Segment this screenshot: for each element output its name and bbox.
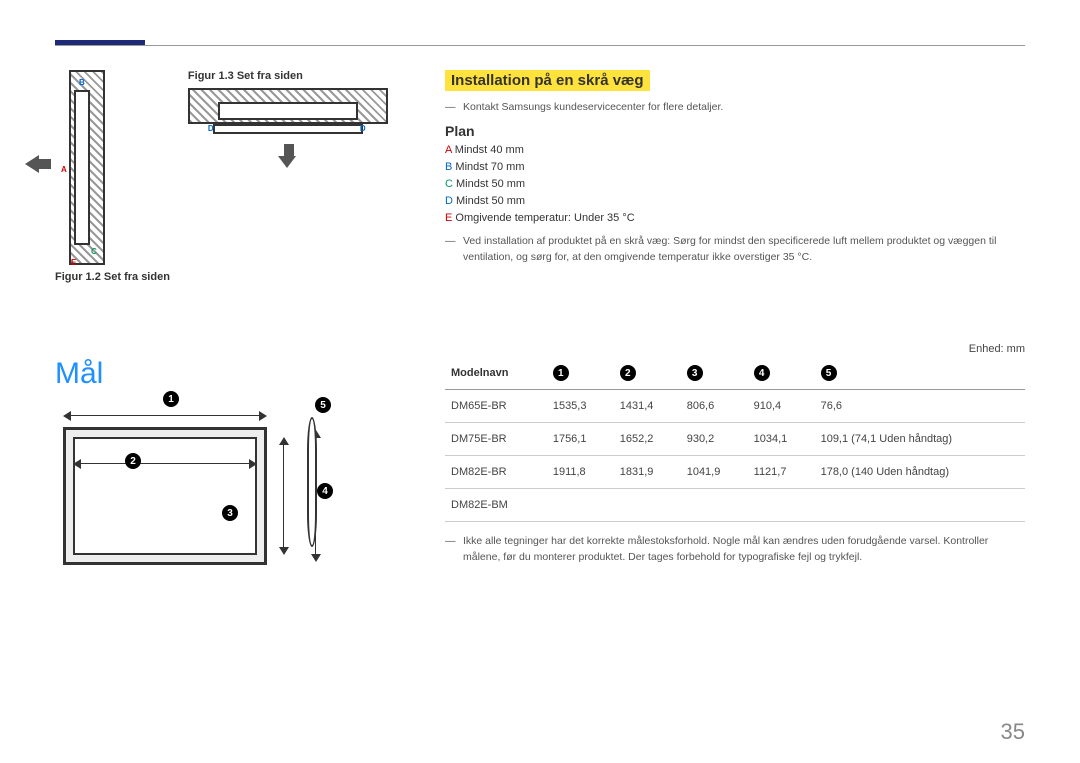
figures-column: B A C E Figur 1.2 Set fra siden Figur 1.… bbox=[55, 70, 405, 307]
dim-tag-3: 3 bbox=[222, 505, 238, 521]
mal-title: Mål bbox=[55, 357, 405, 391]
install-note-contact: Kontakt Samsungs kundeservicecenter for … bbox=[445, 101, 1025, 113]
unit-label: Enhed: mm bbox=[969, 343, 1025, 355]
figure-1-2-caption: Figur 1.2 Set fra siden bbox=[55, 271, 170, 283]
figure-1-3-top: D D bbox=[188, 88, 388, 174]
table-row: DM75E-BR1756,11652,2930,21034,1109,1 (74… bbox=[445, 423, 1025, 456]
mal-drawing: 1 2 3 4 5 bbox=[55, 405, 405, 580]
dim-tag-5: 5 bbox=[315, 397, 331, 413]
col-4: 4 bbox=[748, 357, 815, 390]
install-heading: Installation på en skrå væg bbox=[445, 70, 650, 91]
arrow-left-icon bbox=[25, 155, 39, 173]
header-tab bbox=[55, 40, 145, 45]
label-D-right: D bbox=[360, 124, 366, 133]
arrow-down-icon bbox=[282, 144, 296, 168]
page-number: 35 bbox=[1001, 719, 1025, 745]
table-row: DM65E-BR1535,31431,4806,6910,476,6 bbox=[445, 390, 1025, 423]
install-note-vent: Ved installation af produktet på en skrå… bbox=[445, 234, 1025, 266]
figure-1-2-side: B A C E Figur 1.2 Set fra siden bbox=[55, 70, 170, 289]
install-column: Installation på en skrå væg Kontakt Sams… bbox=[445, 70, 1025, 307]
col-1: 1 bbox=[547, 357, 614, 390]
spec-D: D Mindst 50 mm bbox=[445, 195, 1025, 207]
spec-C: C Mindst 50 mm bbox=[445, 178, 1025, 190]
label-B: B bbox=[79, 78, 85, 87]
spec-E: E Omgivende temperatur: Under 35 °C bbox=[445, 212, 1025, 224]
header-divider bbox=[55, 45, 1025, 46]
spec-B: B Mindst 70 mm bbox=[445, 161, 1025, 173]
col-2: 2 bbox=[614, 357, 681, 390]
label-A: A bbox=[61, 165, 67, 174]
label-E: E bbox=[71, 258, 76, 267]
label-D-left: D bbox=[208, 124, 214, 133]
spec-A: A Mindst 40 mm bbox=[445, 144, 1025, 156]
dimensions-table: Modelnavn 1 2 3 4 5 DM65E-BR1535,31431,4… bbox=[445, 357, 1025, 522]
col-5: 5 bbox=[815, 357, 1025, 390]
dim-tag-2: 2 bbox=[125, 453, 141, 469]
table-row: DM82E-BR1911,81831,91041,91121,7178,0 (1… bbox=[445, 456, 1025, 489]
col-model: Modelnavn bbox=[445, 357, 547, 390]
table-row: DM82E-BM bbox=[445, 489, 1025, 522]
mal-note: Ikke alle tegninger har det korrekte mål… bbox=[445, 534, 1025, 566]
plan-heading: Plan bbox=[445, 123, 1025, 139]
label-C: C bbox=[91, 247, 97, 256]
col-3: 3 bbox=[681, 357, 748, 390]
figure-1-3-caption: Figur 1.3 Set fra siden bbox=[188, 70, 405, 82]
dim-tag-1: 1 bbox=[163, 391, 179, 407]
